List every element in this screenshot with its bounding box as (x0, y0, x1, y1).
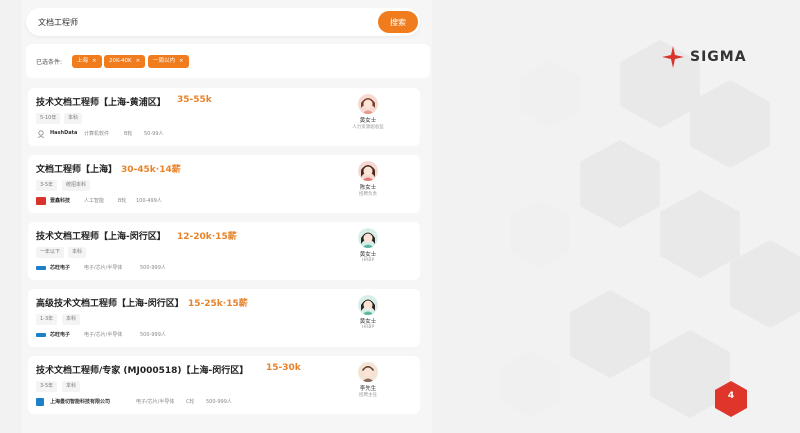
job-title[interactable]: 技术文档工程师【上海-黄浦区】 (36, 95, 166, 108)
filter-bar: 已选条件: 上海 × 20K-40K × 一周以内 × (26, 44, 430, 78)
avatar (358, 362, 378, 382)
company-logo-icon (37, 130, 45, 138)
company-name[interactable]: HashData (50, 130, 77, 136)
company-logo-icon (36, 398, 44, 406)
brand-logo: SIGMA (662, 46, 747, 68)
company-industry: 电子/芯片/半导体 (136, 399, 175, 405)
experience-tag: 5-10年 (36, 113, 61, 124)
education-tag: 本科 (62, 381, 81, 392)
job-card[interactable]: 文档工程师【上海】 30-45k·14薪 3-5年 统招本科 壹鑫科技 人工智能… (28, 155, 420, 213)
salary: 15-30k (266, 363, 301, 373)
recruiter-name: 黄女士 (359, 319, 377, 325)
company-size: 100-499人 (136, 198, 162, 204)
company-stage: B轮 (124, 131, 133, 137)
filter-chip-city[interactable]: 上海 × (72, 55, 102, 68)
recruiter-role: HRBP (361, 325, 375, 330)
company-name[interactable]: 上海曼切智能科技有限公司 (50, 398, 110, 405)
company-logo-icon (36, 333, 46, 337)
recruiter-role: HRBP (361, 258, 375, 263)
salary: 12-20k·15薪 (177, 232, 237, 242)
search-button[interactable]: 搜索 (378, 11, 418, 33)
job-card[interactable]: 技术文档工程师【上海-闵行区】 12-20k·15薪 一年以下 本科 芯旺电子 … (28, 222, 420, 280)
company-stage: C轮 (186, 399, 195, 405)
company-logo-icon (36, 197, 46, 205)
avatar (358, 228, 378, 248)
recruiter-role: 招聘负责 (359, 192, 377, 197)
company-size: 50-99人 (144, 131, 164, 137)
avatar (358, 94, 378, 114)
chip-label: 上海 (77, 58, 89, 64)
salary: 15-25k·15薪 (188, 299, 248, 309)
job-title[interactable]: 技术文档工程师【上海-闵行区】 (36, 229, 166, 242)
brand-name: SIGMA (690, 49, 747, 65)
education-tag: 本科 (62, 314, 81, 325)
salary: 30-45k·14薪 (121, 165, 181, 175)
search-input[interactable] (38, 14, 368, 30)
company-size: 500-999人 (140, 332, 166, 338)
experience-tag: 1-3年 (36, 314, 58, 325)
close-icon[interactable]: × (136, 58, 141, 64)
close-icon[interactable]: × (92, 58, 97, 64)
company-stage: B轮 (118, 198, 127, 204)
avatar (358, 161, 378, 181)
sigma-star-icon (662, 46, 684, 68)
company-name[interactable]: 芯旺电子 (50, 331, 70, 338)
experience-tag: 3-5年 (36, 180, 58, 191)
company-name[interactable]: 芯旺电子 (50, 264, 70, 271)
education-tag: 本科 (64, 113, 83, 124)
recruiter-role: 招聘主任 (359, 393, 377, 398)
job-card[interactable]: 技术文档工程师【上海-黄浦区】 35-55k 5-10年 本科 HashData… (28, 88, 420, 146)
job-card[interactable]: 技术文档工程师/专家 (MJ000518)【上海-闵行区】 15-30k 3-5… (28, 356, 420, 414)
company-industry: 电子/芯片/半导体 (84, 265, 123, 271)
company-industry: 人工智能 (84, 198, 105, 204)
experience-tag: 3-5年 (36, 381, 58, 392)
experience-tag: 一年以下 (36, 247, 65, 258)
company-industry: 电子/芯片/半导体 (84, 332, 123, 338)
company-size: 500-999人 (140, 265, 166, 271)
avatar (358, 295, 378, 315)
job-card[interactable]: 高级技术文档工程师【上海-闵行区】 15-25k·15薪 1-3年 本科 芯旺电… (28, 289, 420, 347)
education-tag: 本科 (68, 247, 87, 258)
job-title[interactable]: 技术文档工程师/专家 (MJ000518)【上海-闵行区】 (36, 363, 248, 376)
education-tag: 统招本科 (62, 180, 91, 191)
salary: 35-55k (177, 95, 212, 105)
recruiter-role: 人力资源副总监 (352, 125, 384, 130)
job-title[interactable]: 高级技术文档工程师【上海-闵行区】 (36, 296, 184, 309)
company-name[interactable]: 壹鑫科技 (50, 197, 70, 204)
page-number: 4 (727, 391, 735, 401)
recruiter-name: 陈女士 (359, 185, 377, 191)
company-logo-icon (36, 266, 46, 270)
recruiter-name: 李先生 (359, 386, 377, 392)
company-size: 500-999人 (206, 399, 232, 405)
company-industry: 计算机软件 (84, 131, 110, 137)
chip-label: 20K-40K (109, 58, 132, 64)
recruiter-name: 黄女士 (359, 252, 377, 258)
search-bar: 搜索 (26, 8, 420, 36)
close-icon[interactable]: × (179, 58, 184, 64)
filter-chip-date[interactable]: 一周以内 × (148, 55, 189, 68)
recruiter-name: 黄女士 (359, 118, 377, 124)
filter-chip-salary[interactable]: 20K-40K × (104, 55, 146, 68)
chip-label: 一周以内 (153, 58, 176, 64)
filter-label: 已选条件: (36, 59, 63, 66)
job-search-app: 搜索 已选条件: 上海× 20K-40K× 一周以内× 技术文档工程师【上海-黄… (22, 0, 432, 433)
job-title[interactable]: 文档工程师【上海】 (36, 162, 117, 175)
